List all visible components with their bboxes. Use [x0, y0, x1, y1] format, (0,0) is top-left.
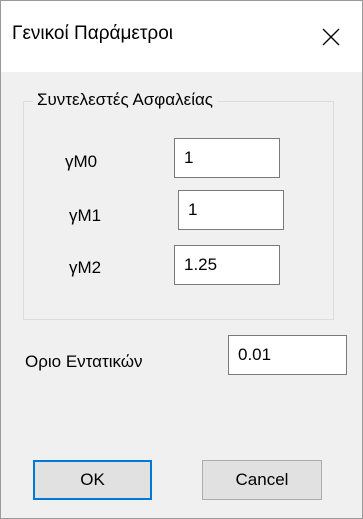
limit-field[interactable]	[228, 335, 347, 375]
gamma-m0-label: γM0	[65, 152, 98, 171]
limit-label: Οριο Εντατικών	[25, 352, 143, 371]
close-icon	[322, 28, 340, 45]
safety-factors-legend: Συντελεστές Ασφαλείας	[33, 90, 218, 110]
gamma-m1-label: γM1	[69, 206, 102, 225]
cancel-button[interactable]: Cancel	[202, 460, 322, 500]
gamma-m0-field[interactable]	[174, 138, 280, 178]
dialog-window: Γενικοί Παράμετροι Συντελεστές Ασφαλείας…	[0, 0, 363, 519]
gamma-m1-field[interactable]	[178, 190, 284, 230]
window-title: Γενικοί Παράμετροι	[12, 23, 174, 44]
close-button[interactable]	[300, 1, 362, 72]
ok-button[interactable]: OK	[33, 460, 152, 500]
gamma-m2-label: γM2	[69, 258, 102, 277]
title-bar: Γενικοί Παράμετροι	[1, 1, 362, 72]
gamma-m2-field[interactable]	[174, 245, 280, 285]
